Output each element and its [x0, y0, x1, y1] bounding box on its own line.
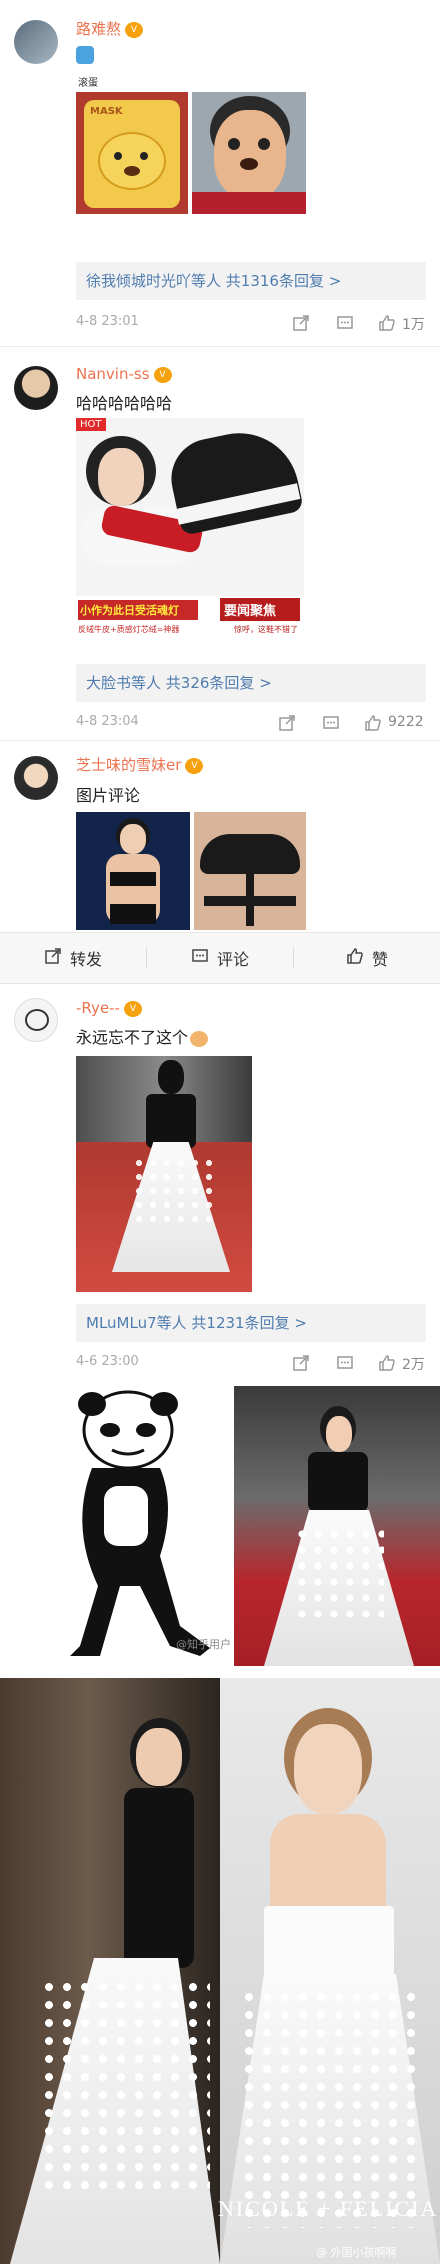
- vip-badge-icon: V: [185, 757, 204, 774]
- like-icon[interactable]: [376, 312, 398, 334]
- avatar[interactable]: [14, 998, 58, 1042]
- meme-image: [0, 1386, 232, 1666]
- emoji-icon: [76, 46, 94, 64]
- reply-users[interactable]: 徐我倾城时光吖等人: [86, 272, 221, 290]
- watermark: @知乎用户: [176, 1638, 231, 1651]
- brand-text: NICOLE + FELICIA: [218, 2196, 439, 2221]
- cat-emoji-icon: [190, 1030, 209, 1047]
- timestamp: 4-6 23:00: [76, 1354, 139, 1369]
- comment-image[interactable]: [194, 812, 306, 930]
- comment-image[interactable]: [192, 92, 306, 214]
- reply-summary[interactable]: 徐我倾城时光吖等人 共1316条回复 >: [76, 262, 426, 300]
- comment-text: 哈哈哈哈哈哈: [76, 394, 173, 413]
- avatar[interactable]: [14, 366, 58, 410]
- comment-icon: [191, 947, 209, 969]
- meme-photo: [234, 1386, 440, 1666]
- comment-header: 路难熬 V: [76, 18, 144, 39]
- reply-count[interactable]: 共1231条回复 >: [191, 1314, 307, 1332]
- comment-icon[interactable]: [320, 712, 342, 734]
- image-caption: 滚蛋: [78, 78, 98, 89]
- comment-header: Nanvin-ss V: [76, 364, 172, 383]
- comment-image[interactable]: HOT 小作为此日受活魂灯 反绒牛皮+质感灯芯绒=神器 要闻聚焦 惊呼，这鞋不错…: [76, 418, 304, 650]
- username[interactable]: 芝士味的雪妹er: [76, 756, 181, 774]
- divider: [0, 346, 440, 347]
- like-icon[interactable]: [376, 1352, 398, 1374]
- avatar[interactable]: [14, 756, 58, 800]
- reply-summary[interactable]: 大脸书等人 共326条回复 >: [76, 664, 426, 702]
- like-count: 9222: [388, 714, 424, 730]
- forward-label: 转发: [69, 950, 102, 969]
- forward-button[interactable]: 转发: [0, 946, 146, 970]
- like-icon[interactable]: [362, 712, 384, 734]
- share-icon[interactable]: [276, 712, 298, 734]
- reply-users[interactable]: MLuMLu7等人: [86, 1314, 187, 1332]
- like-count: 1万: [402, 317, 425, 333]
- timestamp: 4-8 23:04: [76, 714, 139, 729]
- comment-label: 评论: [216, 950, 249, 969]
- forward-icon: [44, 947, 62, 969]
- comparison-photo-right: [220, 1678, 440, 2264]
- mask-label: MASK: [90, 106, 123, 117]
- watermark: @ 外国小孩啊啊: [316, 2246, 397, 2259]
- ad-headline: 要闻聚焦: [220, 598, 300, 621]
- comment-text: 永远忘不了这个: [76, 1024, 209, 1048]
- vip-badge-icon: V: [125, 21, 144, 38]
- avatar[interactable]: [14, 20, 58, 64]
- reply-count[interactable]: 共1316条回复 >: [226, 272, 342, 290]
- comparison-photo-left: [0, 1678, 220, 2264]
- timestamp: 4-8 23:01: [76, 314, 139, 329]
- comment-icon[interactable]: [334, 1352, 356, 1374]
- vip-badge-icon: V: [123, 1000, 142, 1017]
- share-icon[interactable]: [290, 1352, 312, 1374]
- comment-header: -Rye-- V: [76, 998, 142, 1017]
- vip-badge-icon: V: [153, 366, 172, 383]
- action-bar: 转发 评论 赞: [0, 932, 440, 984]
- ad-subtext: 反绒牛皮+质感灯芯绒=神器: [78, 625, 180, 634]
- comment-icon[interactable]: [334, 312, 356, 334]
- comment-image[interactable]: [76, 1056, 252, 1292]
- reply-users[interactable]: 大脸书等人: [86, 674, 161, 692]
- like-count: 2万: [402, 1357, 425, 1373]
- comment-image[interactable]: [76, 812, 190, 930]
- thumb-icon: [346, 947, 364, 969]
- like-label: 赞: [371, 950, 388, 969]
- comment-image[interactable]: MASK: [76, 92, 188, 214]
- ad-banner-text: 小作为此日受活魂灯: [78, 600, 198, 620]
- share-icon[interactable]: [290, 312, 312, 334]
- reply-summary[interactable]: MLuMLu7等人 共1231条回复 >: [76, 1304, 426, 1342]
- username[interactable]: Nanvin-ss: [76, 365, 150, 383]
- comment-text: 图片评论: [76, 786, 141, 805]
- comment-header: 芝士味的雪妹er V: [76, 754, 204, 775]
- divider: [0, 740, 440, 741]
- username[interactable]: 路难熬: [76, 20, 121, 38]
- like-button[interactable]: 赞: [294, 946, 440, 970]
- hot-tag: HOT: [76, 418, 106, 431]
- ad-caption: 惊呼，这鞋不错了: [234, 625, 298, 634]
- username[interactable]: -Rye--: [76, 999, 120, 1017]
- reply-count[interactable]: 共326条回复 >: [166, 674, 272, 692]
- comment-button[interactable]: 评论: [147, 946, 293, 970]
- comment-body: 永远忘不了这个: [76, 1028, 189, 1047]
